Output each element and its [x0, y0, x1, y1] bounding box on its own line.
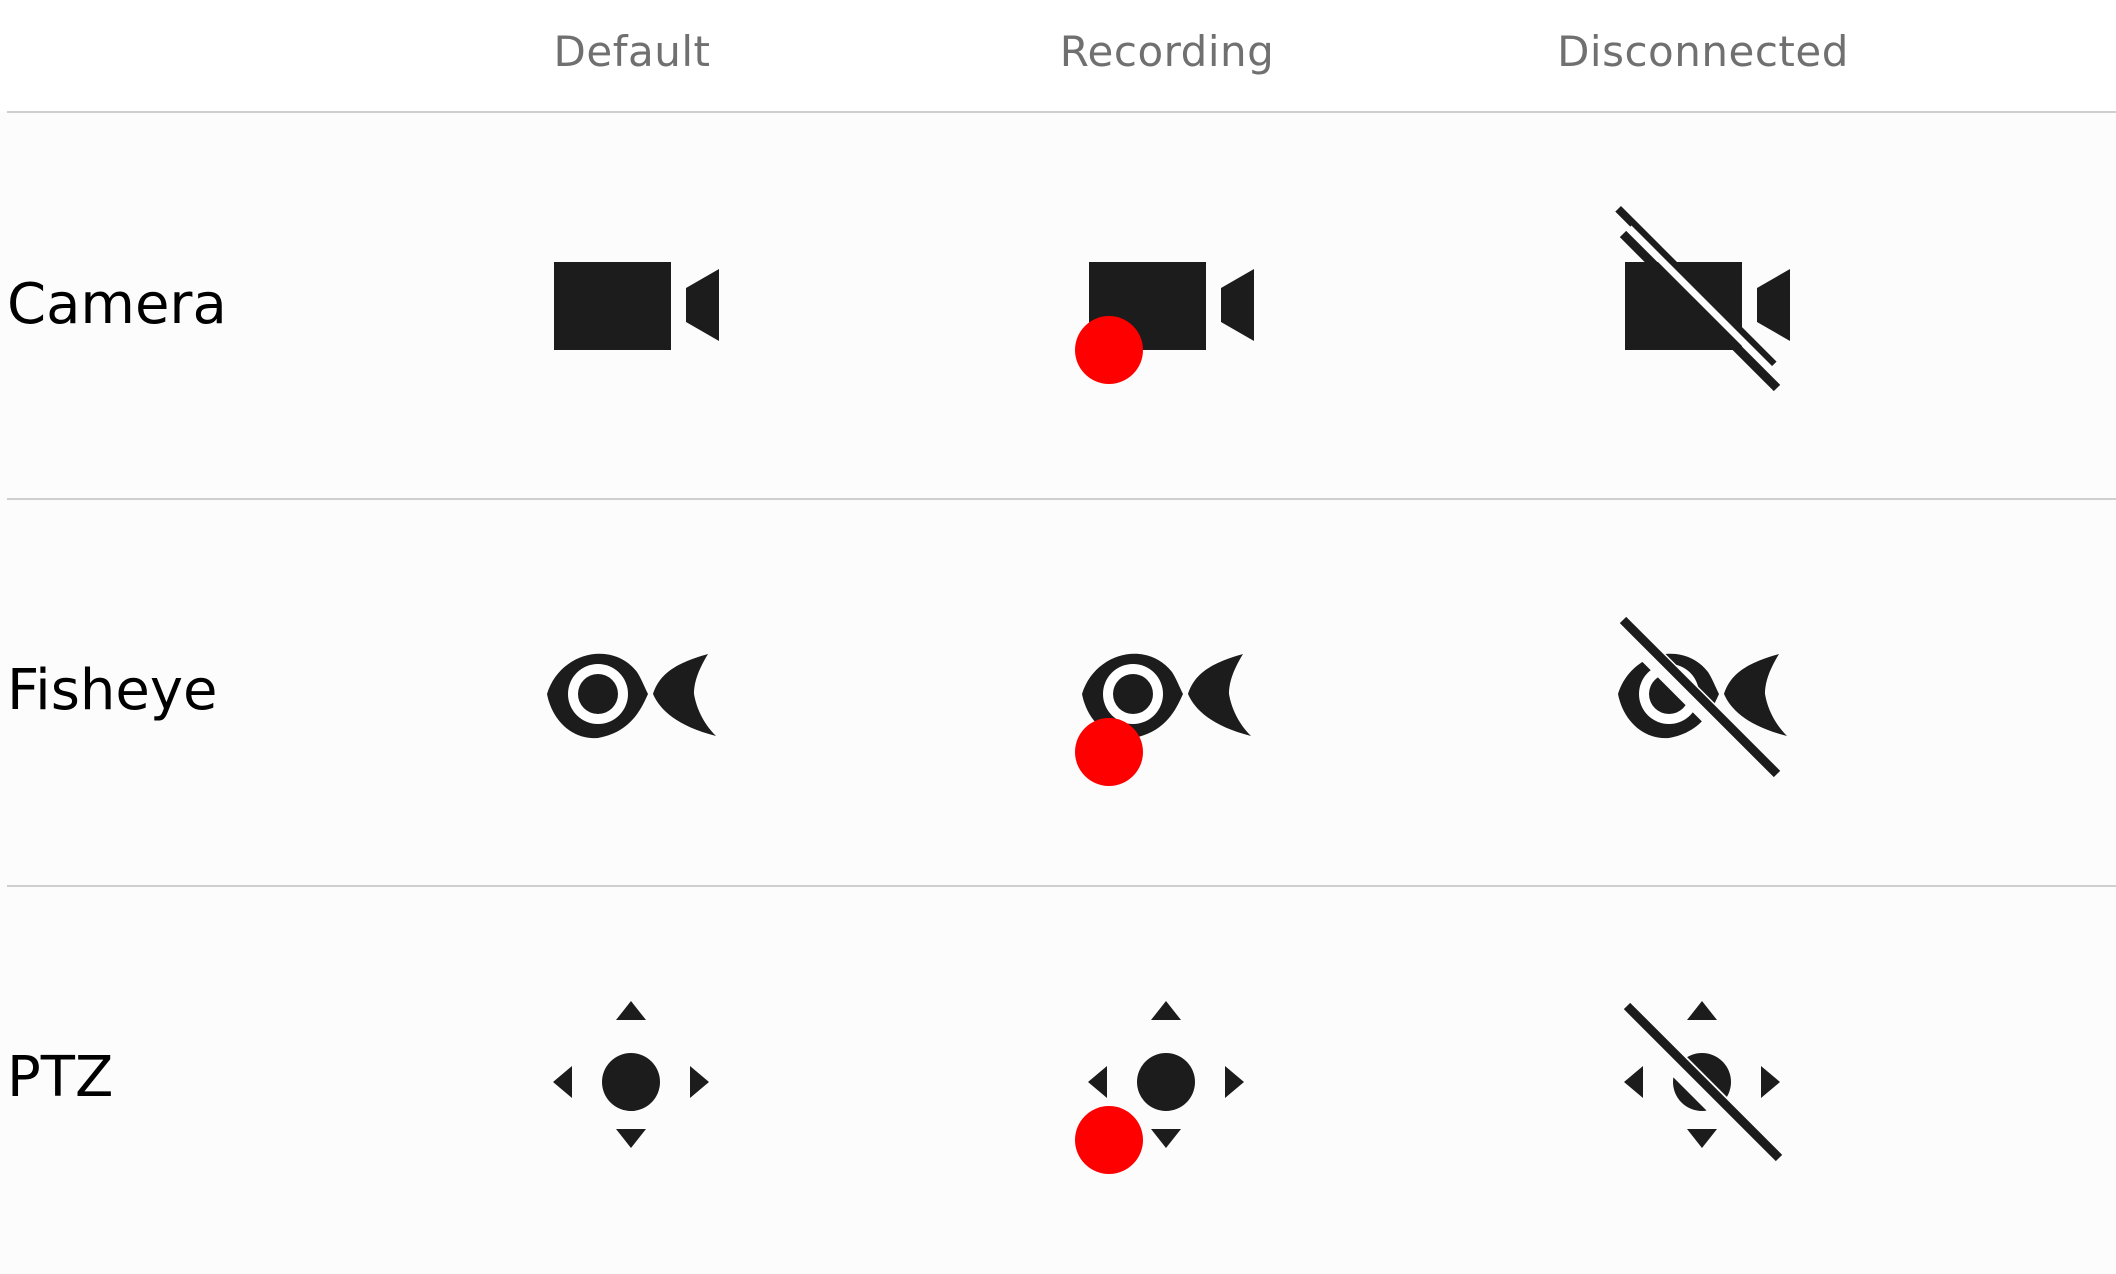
row-divider	[7, 885, 2116, 887]
fisheye-default-icon	[512, 572, 752, 812]
fisheye-disconnected-icon	[1583, 572, 1823, 812]
ptz-disconnected-icon	[1583, 960, 1823, 1200]
camera-recording-icon	[1047, 185, 1287, 425]
row-label-fisheye: Fisheye	[7, 658, 218, 723]
ptz-recording-icon	[1047, 960, 1287, 1200]
row-label-ptz: PTZ	[7, 1045, 114, 1110]
camera-default-icon	[512, 185, 752, 425]
row-label-camera: Camera	[7, 272, 227, 337]
column-header-disconnected: Disconnected	[1557, 27, 1849, 76]
row-divider	[7, 498, 2116, 500]
header-divider	[7, 111, 2116, 113]
recording-dot-icon	[1075, 316, 1143, 384]
column-header-default: Default	[553, 27, 711, 76]
camera-disconnected-icon	[1583, 185, 1823, 425]
recording-dot-icon	[1075, 1106, 1143, 1174]
ptz-default-icon	[512, 960, 752, 1200]
table-header: Default Recording Disconnected	[0, 0, 2116, 112]
recording-dot-icon	[1075, 718, 1143, 786]
fisheye-recording-icon	[1047, 572, 1287, 812]
column-header-recording: Recording	[1059, 27, 1275, 76]
